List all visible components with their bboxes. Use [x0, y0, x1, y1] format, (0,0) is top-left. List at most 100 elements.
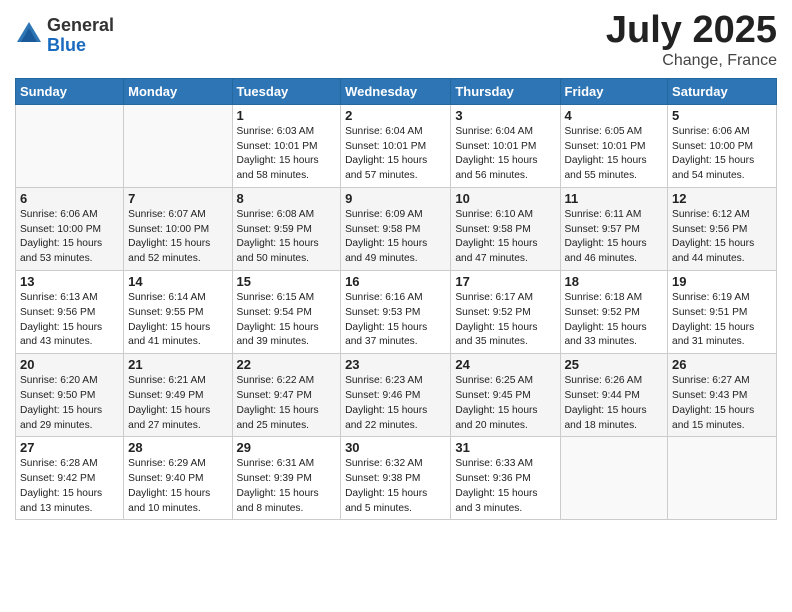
day-info: Sunrise: 6:23 AM Sunset: 9:46 PM Dayligh…: [345, 374, 446, 433]
day-info: Sunrise: 6:06 AM Sunset: 10:00 PM Daylig…: [20, 208, 119, 267]
day-number: 8: [237, 191, 337, 206]
calendar-cell: 17Sunrise: 6:17 AM Sunset: 9:52 PM Dayli…: [451, 271, 560, 354]
day-number: 19: [672, 274, 772, 289]
calendar-cell: [124, 104, 232, 187]
day-number: 31: [455, 440, 555, 455]
calendar-cell: 15 Sunrise: 6:15 AM Sunset: 9:54 PM Dayli…: [232, 271, 341, 354]
day-info: Sunrise: 6:06 AM Sunset: 10:00 PM Daylig…: [672, 125, 772, 184]
calendar-cell: 19 Sunrise: 6:19 AM Sunset: 9:51 PM Dayli…: [668, 271, 777, 354]
weekday-header-friday: Friday: [560, 78, 668, 104]
day-info: Sunrise: 6:18 AM Sunset: 9:52 PM Dayligh…: [565, 291, 664, 350]
day-info: Sunrise: 6:29 AM Sunset: 9:40 PM Dayligh…: [128, 457, 227, 516]
weekday-header-wednesday: Wednesday: [341, 78, 451, 104]
day-number: 25: [565, 357, 664, 372]
day-number: 10: [455, 191, 555, 206]
day-info: Sunrise: 6:19 AM Sunset: 9:51 PM Dayligh…: [672, 291, 772, 350]
calendar-week-3: 13Sunrise: 6:13 AM Sunset: 9:56 PM Dayli…: [16, 271, 777, 354]
day-info: Sunrise: 6:32 AM Sunset: 9:38 PM Dayligh…: [345, 457, 446, 516]
day-number: 30: [345, 440, 446, 455]
day-number: 13: [20, 274, 119, 289]
weekday-header-saturday: Saturday: [668, 78, 777, 104]
logo: General Blue: [15, 16, 114, 56]
header: General Blue July 2025 Change, France: [15, 10, 777, 70]
calendar-cell: 11 Sunrise: 6:11 AM Sunset: 9:57 PM Dayli…: [560, 187, 668, 270]
day-number: 20: [20, 357, 119, 372]
calendar-cell: 20Sunrise: 6:20 AM Sunset: 9:50 PM Dayli…: [16, 354, 124, 437]
logo-blue: Blue: [47, 36, 114, 56]
calendar-cell: 1 Sunrise: 6:03 AM Sunset: 10:01 PM Dayli…: [232, 104, 341, 187]
calendar-week-5: 27 Sunrise: 6:28 AM Sunset: 9:42 PM Dayli…: [16, 437, 777, 520]
day-number: 12: [672, 191, 772, 206]
day-number: 9: [345, 191, 446, 206]
day-info: Sunrise: 6:10 AM Sunset: 9:58 PM Dayligh…: [455, 208, 555, 267]
calendar-week-1: 1 Sunrise: 6:03 AM Sunset: 10:01 PM Dayli…: [16, 104, 777, 187]
weekday-header-tuesday: Tuesday: [232, 78, 341, 104]
calendar-cell: 12 Sunrise: 6:12 AM Sunset: 9:56 PM Dayli…: [668, 187, 777, 270]
calendar-cell: 27 Sunrise: 6:28 AM Sunset: 9:42 PM Dayli…: [16, 437, 124, 520]
logo-text: General Blue: [47, 16, 114, 56]
day-number: 24: [455, 357, 555, 372]
day-number: 15: [237, 274, 337, 289]
calendar-cell: [560, 437, 668, 520]
calendar-cell: 16Sunrise: 6:16 AM Sunset: 9:53 PM Dayli…: [341, 271, 451, 354]
calendar-cell: 14Sunrise: 6:14 AM Sunset: 9:55 PM Dayli…: [124, 271, 232, 354]
weekday-header-monday: Monday: [124, 78, 232, 104]
day-number: 4: [565, 108, 664, 123]
logo-general: General: [47, 16, 114, 36]
day-info: Sunrise: 6:03 AM Sunset: 10:01 PM Daylig…: [237, 125, 337, 184]
day-info: Sunrise: 6:04 AM Sunset: 10:01 PM Daylig…: [345, 125, 446, 184]
calendar-cell: 21Sunrise: 6:21 AM Sunset: 9:49 PM Dayli…: [124, 354, 232, 437]
title-block: July 2025 Change, France: [606, 10, 777, 70]
day-info: Sunrise: 6:27 AM Sunset: 9:43 PM Dayligh…: [672, 374, 772, 433]
day-info: Sunrise: 6:26 AM Sunset: 9:44 PM Dayligh…: [565, 374, 664, 433]
calendar-cell: 8Sunrise: 6:08 AM Sunset: 9:59 PM Daylig…: [232, 187, 341, 270]
day-info: Sunrise: 6:04 AM Sunset: 10:01 PM Daylig…: [455, 125, 555, 184]
day-info: Sunrise: 6:05 AM Sunset: 10:01 PM Daylig…: [565, 125, 664, 184]
calendar-cell: 13Sunrise: 6:13 AM Sunset: 9:56 PM Dayli…: [16, 271, 124, 354]
day-info: Sunrise: 6:12 AM Sunset: 9:56 PM Dayligh…: [672, 208, 772, 267]
day-info: Sunrise: 6:28 AM Sunset: 9:42 PM Dayligh…: [20, 457, 119, 516]
day-number: 1: [237, 108, 337, 123]
calendar-cell: 18 Sunrise: 6:18 AM Sunset: 9:52 PM Dayli…: [560, 271, 668, 354]
calendar-cell: 4 Sunrise: 6:05 AM Sunset: 10:01 PM Dayli…: [560, 104, 668, 187]
logo-icon: [15, 20, 43, 48]
calendar-cell: 9Sunrise: 6:09 AM Sunset: 9:58 PM Daylig…: [341, 187, 451, 270]
calendar-cell: 10 Sunrise: 6:10 AM Sunset: 9:58 PM Dayli…: [451, 187, 560, 270]
weekday-header-row: SundayMondayTuesdayWednesdayThursdayFrid…: [16, 78, 777, 104]
weekday-header-thursday: Thursday: [451, 78, 560, 104]
day-number: 2: [345, 108, 446, 123]
calendar-cell: [668, 437, 777, 520]
day-number: 27: [20, 440, 119, 455]
day-info: Sunrise: 6:25 AM Sunset: 9:45 PM Dayligh…: [455, 374, 555, 433]
calendar-cell: 23 Sunrise: 6:23 AM Sunset: 9:46 PM Dayli…: [341, 354, 451, 437]
month-title: July 2025: [606, 10, 777, 52]
calendar-cell: 26 Sunrise: 6:27 AM Sunset: 9:43 PM Dayli…: [668, 354, 777, 437]
day-number: 3: [455, 108, 555, 123]
day-number: 26: [672, 357, 772, 372]
calendar-cell: 6 Sunrise: 6:06 AM Sunset: 10:00 PM Dayli…: [16, 187, 124, 270]
day-number: 21: [128, 357, 227, 372]
calendar-cell: 31 Sunrise: 6:33 AM Sunset: 9:36 PM Dayli…: [451, 437, 560, 520]
day-number: 22: [237, 357, 337, 372]
calendar-cell: 7Sunrise: 6:07 AM Sunset: 10:00 PM Dayli…: [124, 187, 232, 270]
day-number: 23: [345, 357, 446, 372]
location-subtitle: Change, France: [606, 52, 777, 70]
calendar-cell: 5 Sunrise: 6:06 AM Sunset: 10:00 PM Dayli…: [668, 104, 777, 187]
day-number: 11: [565, 191, 664, 206]
calendar-cell: 29Sunrise: 6:31 AM Sunset: 9:39 PM Dayli…: [232, 437, 341, 520]
day-info: Sunrise: 6:33 AM Sunset: 9:36 PM Dayligh…: [455, 457, 555, 516]
day-info: Sunrise: 6:11 AM Sunset: 9:57 PM Dayligh…: [565, 208, 664, 267]
calendar-cell: [16, 104, 124, 187]
day-info: Sunrise: 6:15 AM Sunset: 9:54 PM Dayligh…: [237, 291, 337, 350]
day-info: Sunrise: 6:17 AM Sunset: 9:52 PM Dayligh…: [455, 291, 555, 350]
calendar-cell: 28 Sunrise: 6:29 AM Sunset: 9:40 PM Dayli…: [124, 437, 232, 520]
day-number: 6: [20, 191, 119, 206]
calendar-cell: 2 Sunrise: 6:04 AM Sunset: 10:01 PM Dayli…: [341, 104, 451, 187]
day-number: 28: [128, 440, 227, 455]
day-number: 5: [672, 108, 772, 123]
weekday-header-sunday: Sunday: [16, 78, 124, 104]
day-number: 18: [565, 274, 664, 289]
calendar-table: SundayMondayTuesdayWednesdayThursdayFrid…: [15, 78, 777, 521]
calendar-week-4: 20Sunrise: 6:20 AM Sunset: 9:50 PM Dayli…: [16, 354, 777, 437]
calendar-cell: 30 Sunrise: 6:32 AM Sunset: 9:38 PM Dayli…: [341, 437, 451, 520]
